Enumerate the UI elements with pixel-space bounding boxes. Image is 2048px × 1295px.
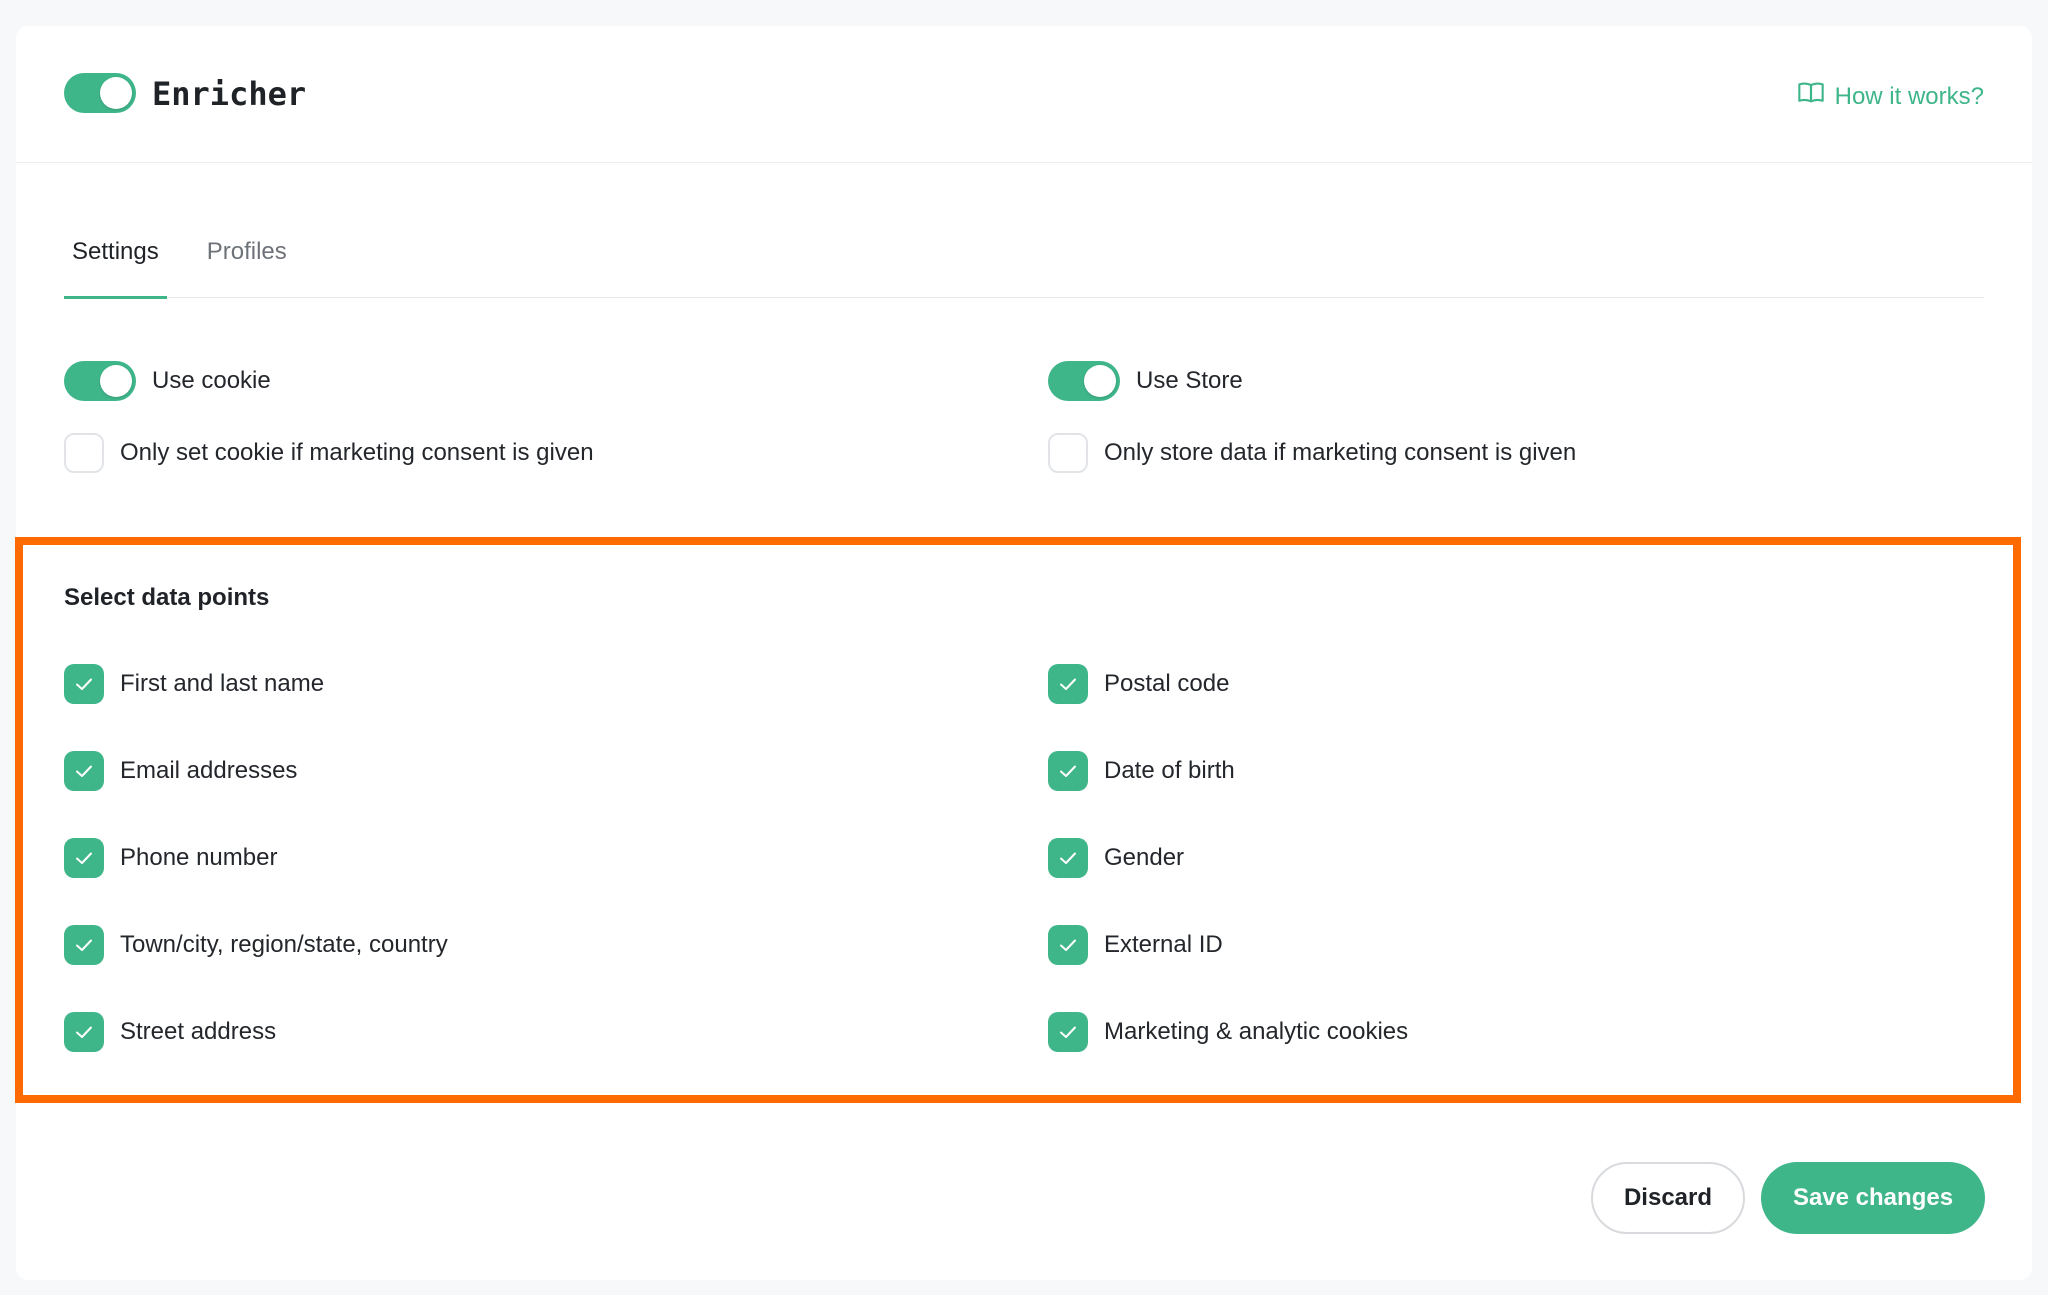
check-icon xyxy=(1060,678,1076,690)
use-cookie-row: Use cookie xyxy=(64,361,271,401)
toggle-knob xyxy=(100,365,132,397)
data-point-label: Postal code xyxy=(1104,670,1230,697)
data-point-marketing-cookies[interactable]: Marketing & analytic cookies xyxy=(1048,1012,1408,1052)
tab-settings[interactable]: Settings xyxy=(64,226,167,299)
checkbox-checked[interactable] xyxy=(1048,838,1088,878)
store-consent-row: Only store data if marketing consent is … xyxy=(1048,433,1576,473)
cookie-consent-label: Only set cookie if marketing consent is … xyxy=(120,439,594,466)
enricher-card: Enricher How it works? Settings Profiles… xyxy=(15,26,2032,1280)
store-consent-label: Only store data if marketing consent is … xyxy=(1104,439,1577,466)
data-point-label: Marketing & analytic cookies xyxy=(1104,1018,1409,1045)
check-icon xyxy=(76,678,92,690)
data-point-label: Date of birth xyxy=(1104,757,1235,784)
checkbox-checked[interactable] xyxy=(64,751,104,791)
data-point-postal-code[interactable]: Postal code xyxy=(1048,664,1408,704)
data-point-phone-number[interactable]: Phone number xyxy=(64,838,448,878)
data-point-label: External ID xyxy=(1104,931,1223,958)
data-point-email-addresses[interactable]: Email addresses xyxy=(64,751,448,791)
checkbox-checked[interactable] xyxy=(1048,751,1088,791)
check-icon xyxy=(76,765,92,777)
data-point-label: First and last name xyxy=(120,670,325,697)
data-points-right-column: Postal code Date of birth Gender Externa… xyxy=(1048,664,1408,1099)
store-consent-checkbox[interactable] xyxy=(1048,433,1088,473)
data-point-location[interactable]: Town/city, region/state, country xyxy=(64,925,448,965)
cookie-consent-row: Only set cookie if marketing consent is … xyxy=(64,433,594,473)
data-point-label: Email addresses xyxy=(120,757,298,784)
check-icon xyxy=(1060,852,1076,864)
checkbox-checked[interactable] xyxy=(64,838,104,878)
cookie-consent-checkbox[interactable] xyxy=(64,433,104,473)
data-point-street-address[interactable]: Street address xyxy=(64,1012,448,1052)
check-icon xyxy=(76,1026,92,1038)
checkbox-checked[interactable] xyxy=(1048,925,1088,965)
checkbox-checked[interactable] xyxy=(1048,664,1088,704)
data-point-external-id[interactable]: External ID xyxy=(1048,925,1408,965)
data-points-title: Select data points xyxy=(64,584,270,611)
data-point-label: Town/city, region/state, country xyxy=(120,931,448,958)
data-point-label: Street address xyxy=(120,1018,277,1045)
check-icon xyxy=(1060,765,1076,777)
book-icon xyxy=(1797,78,1825,115)
use-cookie-label: Use cookie xyxy=(152,367,271,394)
use-cookie-toggle[interactable] xyxy=(64,361,136,401)
save-changes-button[interactable]: Save changes xyxy=(1761,1162,1985,1234)
check-icon xyxy=(1060,939,1076,951)
check-icon xyxy=(1060,1026,1076,1038)
checkbox-checked[interactable] xyxy=(64,925,104,965)
toggle-knob xyxy=(100,77,132,109)
use-store-toggle[interactable] xyxy=(1048,361,1120,401)
checkbox-checked[interactable] xyxy=(1048,1012,1088,1052)
data-point-label: Gender xyxy=(1104,844,1185,871)
card-header: Enricher How it works? xyxy=(16,26,2032,163)
tab-profiles[interactable]: Profiles xyxy=(199,226,295,298)
tab-bar: Settings Profiles xyxy=(64,226,1984,299)
data-point-first-last-name[interactable]: First and last name xyxy=(64,664,448,704)
how-it-works-label: How it works? xyxy=(1834,82,1984,110)
data-point-gender[interactable]: Gender xyxy=(1048,838,1408,878)
data-point-date-of-birth[interactable]: Date of birth xyxy=(1048,751,1408,791)
use-store-label: Use Store xyxy=(1136,367,1243,394)
use-store-row: Use Store xyxy=(1048,361,1243,401)
check-icon xyxy=(76,852,92,864)
checkbox-checked[interactable] xyxy=(64,1012,104,1052)
data-point-label: Phone number xyxy=(120,844,278,871)
how-it-works-link[interactable]: How it works? xyxy=(1797,78,1984,115)
enricher-toggle[interactable] xyxy=(64,73,136,113)
check-icon xyxy=(76,939,92,951)
toggle-knob xyxy=(1084,365,1116,397)
data-points-left-column: First and last name Email addresses Phon… xyxy=(64,664,448,1099)
app-title: Enricher xyxy=(152,75,307,113)
discard-button[interactable]: Discard xyxy=(1591,1162,1745,1234)
checkbox-checked[interactable] xyxy=(64,664,104,704)
